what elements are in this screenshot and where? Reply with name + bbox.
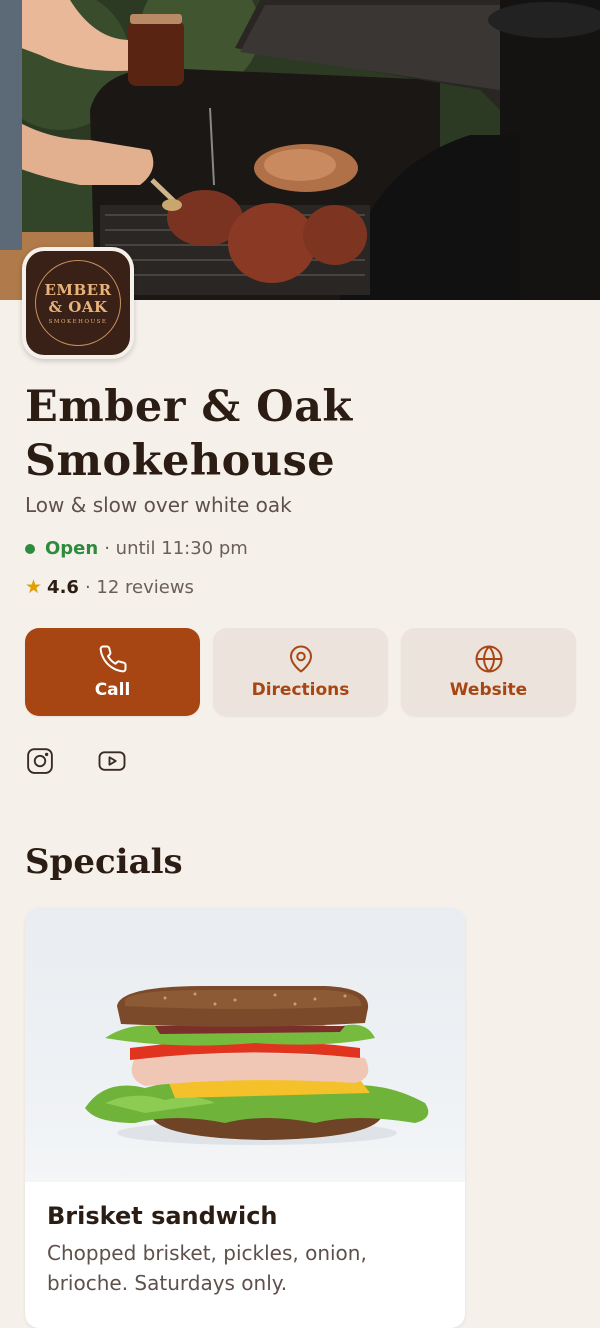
- logo-line-1: EMBER: [44, 280, 112, 299]
- open-label: Open: [45, 538, 99, 559]
- directions-label: Directions: [251, 680, 350, 700]
- instagram-icon: [27, 748, 53, 774]
- rating[interactable]: ★ 4.6 · 12 reviews: [25, 576, 194, 598]
- directions-button[interactable]: Directions: [213, 628, 388, 716]
- youtube-icon: [98, 751, 126, 771]
- review-count: · 12 reviews: [84, 576, 194, 598]
- logo-line-2: & OAK: [48, 297, 108, 316]
- hours-text: · until 11:30 pm: [104, 538, 248, 559]
- special-description: Chopped brisket, pickles, onion, brioche…: [47, 1241, 367, 1295]
- restaurant-tagline: Low & slow over white oak: [25, 493, 292, 517]
- restaurant-logo: EMBER & OAK SMOKEHOUSE: [22, 247, 134, 359]
- sandwich-image: [25, 908, 465, 1182]
- restaurant-name: Ember & Oak Smokehouse: [25, 382, 353, 486]
- youtube-link[interactable]: [97, 746, 127, 776]
- logo-line-3: SMOKEHOUSE: [48, 318, 108, 325]
- special-card[interactable]: Brisket sandwich Chopped brisket, pickle…: [25, 908, 465, 1328]
- call-label: Call: [94, 680, 131, 700]
- instagram-link[interactable]: [25, 746, 55, 776]
- action-buttons: Call Directions Website: [25, 628, 576, 716]
- status-dot: [25, 543, 35, 554]
- specials-heading: Specials: [25, 842, 183, 882]
- special-name: Brisket sandwich: [47, 1202, 278, 1230]
- star-icon: ★: [25, 576, 43, 598]
- social-links: [25, 746, 127, 776]
- open-status: Open · until 11:30 pm: [25, 538, 248, 559]
- globe-icon: [475, 645, 502, 673]
- rating-score: 4.6: [47, 576, 79, 598]
- map-pin-icon: [289, 645, 312, 673]
- call-button[interactable]: Call: [25, 628, 200, 716]
- website-button[interactable]: Website: [401, 628, 576, 716]
- phone-icon: [99, 645, 127, 673]
- website-label: Website: [449, 680, 528, 700]
